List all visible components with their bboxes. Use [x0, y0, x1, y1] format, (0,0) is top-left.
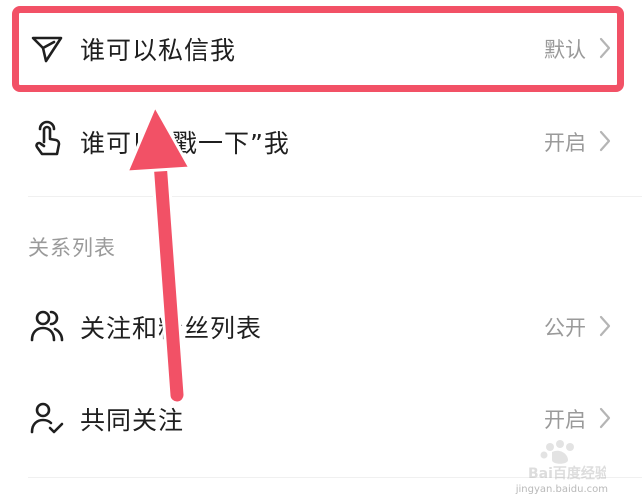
section-header-relations: 关系列表	[28, 236, 116, 260]
row-label-follow-list: 关注和粉丝列表	[80, 314, 263, 343]
row-label-poke: 谁可以“戳一下”我	[80, 129, 290, 158]
chevron-right-icon	[598, 406, 612, 430]
privacy-row-poke[interactable]: 谁可以“戳一下”我 开启	[0, 96, 642, 196]
relation-row-follow-list[interactable]: 关注和粉丝列表 公开	[0, 278, 642, 374]
row-value-dm: 默认	[544, 38, 586, 62]
privacy-row-dm[interactable]: 谁可以私信我 默认	[0, 0, 642, 96]
chevron-right-icon	[598, 129, 612, 153]
row-value-mutual: 开启	[544, 408, 586, 432]
section-divider	[28, 196, 642, 197]
tap-hand-icon	[28, 120, 66, 158]
row-label-mutual: 共同关注	[80, 406, 185, 435]
watermark-text: Bai百度经验	[528, 465, 606, 482]
row-value-poke: 开启	[544, 131, 586, 155]
chevron-right-icon	[598, 36, 612, 60]
row-label-dm: 谁可以私信我	[80, 36, 237, 65]
users-icon	[28, 307, 66, 345]
row-value-follow-list: 公开	[544, 316, 586, 340]
send-icon	[28, 29, 66, 67]
baidu-jingyan-watermark: Bai百度经验	[528, 440, 606, 482]
chevron-right-icon	[598, 314, 612, 338]
watermark-url: jingyan.baidu.com	[515, 484, 608, 495]
user-check-icon	[28, 399, 66, 437]
